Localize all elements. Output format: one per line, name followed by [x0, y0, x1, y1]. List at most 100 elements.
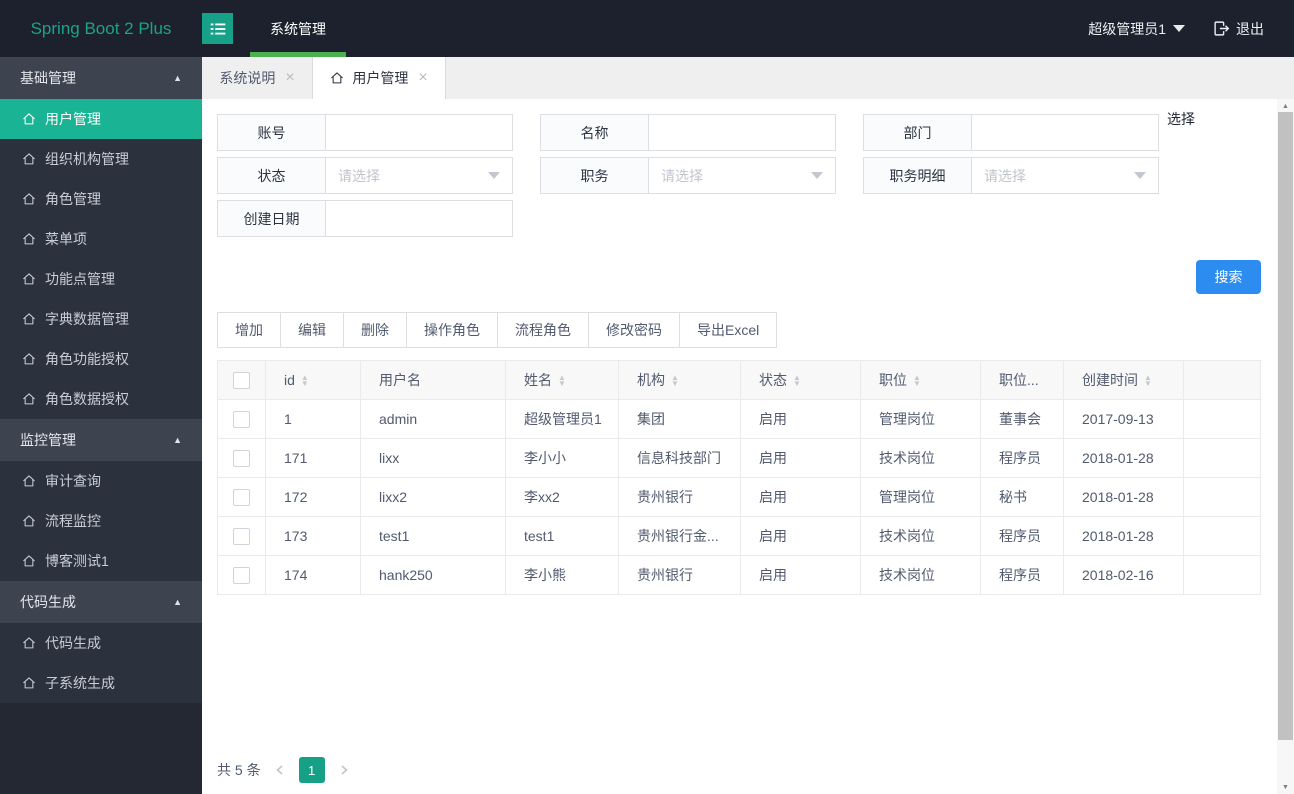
toolbar-button[interactable]: 编辑: [280, 312, 344, 348]
sidebar-section-header[interactable]: 监控管理 ▲: [0, 419, 202, 461]
column-header[interactable]: 姓名 ▲ ▼: [505, 360, 619, 400]
field-select[interactable]: 请选择: [649, 158, 835, 193]
select-placeholder: 请选择: [984, 167, 1026, 184]
row-empty-cell: [1183, 399, 1261, 439]
table-cell: admin: [360, 399, 506, 439]
sidebar-item[interactable]: 角色管理: [0, 179, 202, 219]
scrollbar-thumb[interactable]: [1278, 112, 1293, 740]
nav-item-label: 系统管理: [270, 20, 326, 37]
sidebar-item[interactable]: 用户管理: [0, 99, 202, 139]
table-cell: 程序员: [980, 438, 1064, 478]
toolbar-button[interactable]: 修改密码: [588, 312, 680, 348]
tab-label: 用户管理: [352, 70, 409, 86]
home-icon: [23, 233, 35, 245]
column-header[interactable]: 职位 ▲ ▼: [860, 360, 981, 400]
next-page-button[interactable]: [333, 758, 355, 782]
sidebar-item[interactable]: 流程监控: [0, 501, 202, 541]
sidebar-section-header[interactable]: 代码生成 ▲: [0, 581, 202, 623]
sort-icon[interactable]: ▲ ▼: [793, 374, 801, 388]
sort-icon[interactable]: ▲ ▼: [671, 374, 679, 388]
tab-item[interactable]: 用户管理 ×: [313, 57, 446, 99]
table-row[interactable]: 171 lixx 李小小 信息科技部门 启用 技术岗位 程序员 2018-01-28: [217, 438, 1261, 478]
sidebar-item[interactable]: 子系统生成: [0, 663, 202, 703]
sidebar-item[interactable]: 角色功能授权: [0, 339, 202, 379]
scroll-up-button[interactable]: ▲: [1277, 99, 1294, 113]
sidebar-item[interactable]: 组织机构管理: [0, 139, 202, 179]
column-header[interactable]: id ▲ ▼: [265, 360, 361, 400]
column-header-label: 状态: [759, 372, 787, 388]
table-cell: 程序员: [980, 516, 1064, 556]
sidebar-item[interactable]: 功能点管理: [0, 259, 202, 299]
table-cell: 启用: [740, 516, 861, 556]
sidebar-menu: 基础管理 ▲ 用户管理 组织机构管理 角色管理 菜单项 功能点管理 字典数据管理 角色功能授权角…: [0, 57, 202, 794]
search-button[interactable]: 搜索: [1196, 260, 1261, 294]
column-header[interactable]: 机构 ▲ ▼: [618, 360, 741, 400]
table-row[interactable]: 1 admin 超级管理员1 集团 启用 管理岗位 董事会 2017-09-13: [217, 399, 1261, 439]
table-row[interactable]: 172 lixx2 李xx2 贵州银行 启用 管理岗位 秘书 2018-01-28: [217, 477, 1261, 517]
row-checkbox-cell: [217, 399, 266, 439]
column-header-label: 姓名: [524, 372, 552, 388]
user-name: 超级管理员1: [1088, 20, 1166, 37]
close-icon[interactable]: ×: [418, 70, 427, 86]
field-label: 状态: [218, 158, 326, 193]
select-placeholder: 请选择: [661, 167, 703, 184]
tab-item[interactable]: 系统说明 ×: [202, 57, 313, 99]
prev-page-button[interactable]: [269, 758, 291, 782]
field-select[interactable]: 请选择: [326, 158, 512, 193]
table-row[interactable]: 174 hank250 李小熊 贵州银行 启用 技术岗位 程序员 2018-02-16: [217, 555, 1261, 595]
column-header-label: id: [284, 372, 295, 388]
page-number-button[interactable]: 1: [298, 757, 325, 783]
row-empty-cell: [1183, 516, 1261, 556]
sort-icon[interactable]: ▲ ▼: [913, 374, 921, 388]
table-row[interactable]: 173 test1 test1 贵州银行金... 启用 技术岗位 程序员 2018-01-28: [217, 516, 1261, 556]
home-icon: [23, 113, 35, 125]
sort-icon[interactable]: ▲ ▼: [558, 374, 566, 388]
sidebar-item[interactable]: 审计查询: [0, 461, 202, 501]
chevron-left-icon: [275, 765, 283, 775]
form-field: 职务 请选择: [540, 157, 836, 194]
sidebar-item[interactable]: 博客测试1: [0, 541, 202, 581]
column-header[interactable]: 创建时间 ▲ ▼: [1063, 360, 1184, 400]
field-input[interactable]: [326, 115, 512, 150]
table-cell: 174: [265, 555, 361, 595]
field-input[interactable]: [972, 115, 1158, 150]
toolbar-button[interactable]: 删除: [343, 312, 407, 348]
form-field: 创建日期: [217, 200, 513, 237]
home-icon: [23, 515, 35, 527]
sidebar-item[interactable]: 菜单项: [0, 219, 202, 259]
toolbar-button[interactable]: 增加: [217, 312, 281, 348]
logout-button[interactable]: 退出: [1213, 19, 1264, 39]
row-checkbox[interactable]: [233, 449, 250, 467]
row-checkbox[interactable]: [233, 410, 250, 428]
field-input[interactable]: [649, 115, 835, 150]
table-cell: 程序员: [980, 555, 1064, 595]
column-header[interactable]: 状态 ▲ ▼: [740, 360, 861, 400]
user-dropdown[interactable]: 超级管理员1: [1088, 19, 1185, 39]
close-icon[interactable]: ×: [285, 70, 294, 86]
row-checkbox-cell: [217, 516, 266, 556]
sidebar-section-header[interactable]: 基础管理 ▲: [0, 57, 202, 99]
sidebar-item[interactable]: 角色数据授权: [0, 379, 202, 419]
nav-item-system-management[interactable]: 系统管理: [250, 0, 346, 57]
sort-icon[interactable]: ▲ ▼: [301, 374, 309, 388]
scroll-down-button[interactable]: ▼: [1277, 780, 1294, 794]
toolbar-button[interactable]: 流程角色: [497, 312, 589, 348]
row-checkbox[interactable]: [233, 566, 250, 584]
sidebar-item[interactable]: 代码生成: [0, 623, 202, 663]
table-cell: 173: [265, 516, 361, 556]
sidebar-item-label: 子系统生成: [45, 675, 115, 691]
field-select[interactable]: 请选择: [972, 158, 1158, 193]
field-input[interactable]: [326, 201, 512, 236]
toolbar-button[interactable]: 导出Excel: [679, 312, 778, 348]
toolbar-button[interactable]: 操作角色: [406, 312, 498, 348]
sort-icon[interactable]: ▲ ▼: [1144, 374, 1152, 388]
row-checkbox[interactable]: [233, 488, 250, 506]
menu-toggle-button[interactable]: [202, 13, 233, 44]
department-choose-link[interactable]: 选择: [1167, 109, 1195, 129]
row-checkbox[interactable]: [233, 527, 250, 545]
sidebar-item[interactable]: 字典数据管理: [0, 299, 202, 339]
field-label: 职务明细: [864, 158, 972, 193]
field-label: 职务: [541, 158, 649, 193]
select-all-checkbox[interactable]: [233, 371, 250, 389]
table-cell: 信息科技部门: [618, 438, 741, 478]
